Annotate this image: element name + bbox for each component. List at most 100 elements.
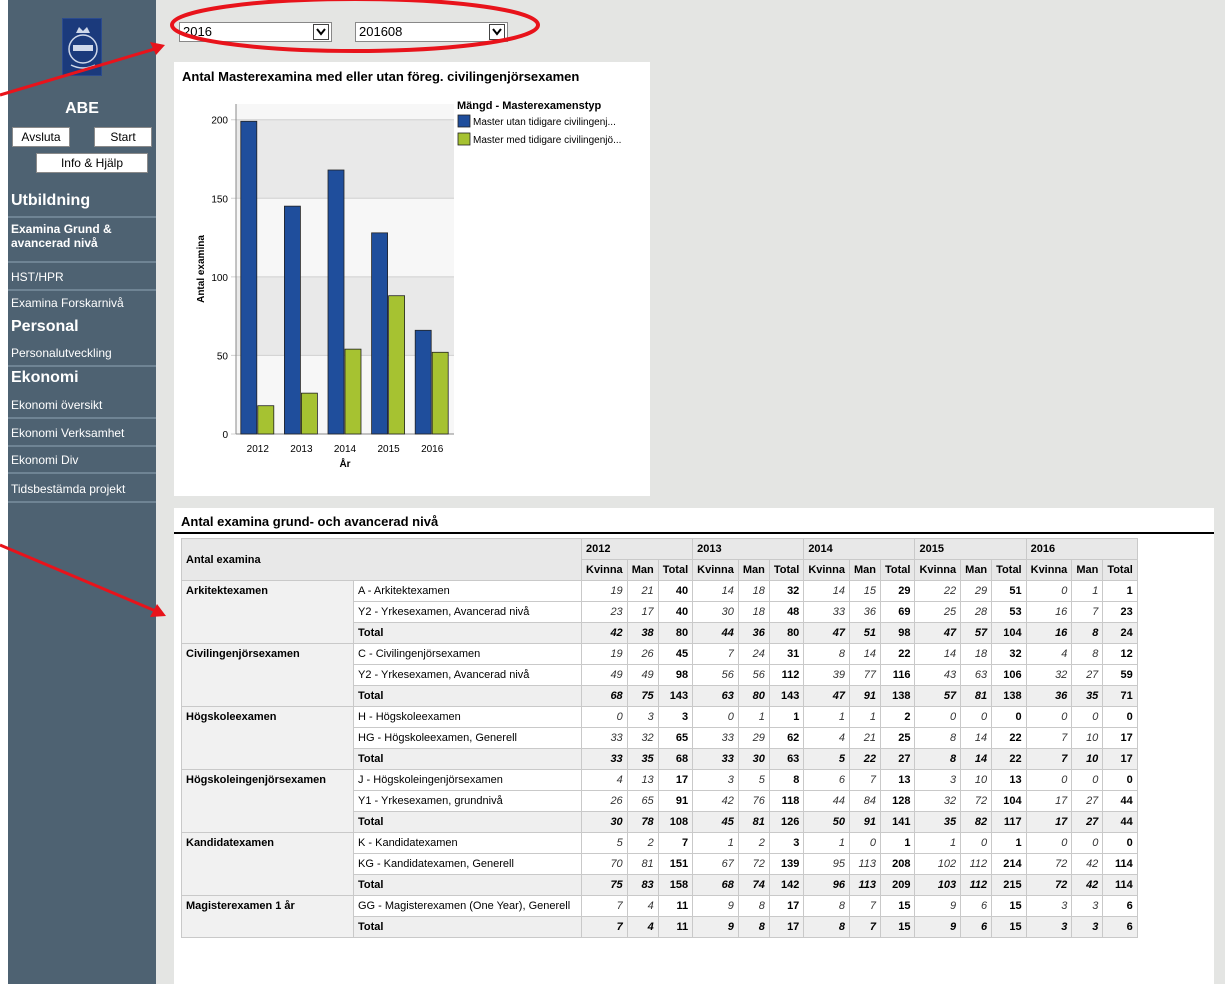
cell-total: 0 [1102,832,1138,854]
cell-kvinna: 0 [581,706,628,728]
grid-band [236,119,454,199]
cell-man: 91 [849,685,881,707]
total-row-label: Total [353,916,582,938]
cell-total: 63 [768,748,805,770]
cell-man: 6 [960,895,993,917]
table-row: Magisterexamen 1 år GG - Magisterexamen (… [181,895,1138,938]
cell-kvinna: 9 [692,916,739,938]
row-label: A - Arkitektexamen [353,580,582,602]
cell-kvinna: 44 [803,790,850,812]
cell-total: 17 [1102,748,1138,770]
cell-total: 208 [879,853,916,875]
nav-ekonomi-div[interactable]: Ekonomi Div [8,453,156,467]
cell-man: 0 [1071,706,1104,728]
year-header: 2015 [914,538,1027,560]
row-label: GG - Magisterexamen (One Year), Generell [353,895,582,917]
bar [344,348,362,435]
cell-man: 32 [626,727,659,749]
cell-total: 6 [1102,895,1138,917]
bar [327,169,345,435]
table-corner-header: Antal examina [181,538,582,581]
cell-man: 7 [849,895,881,917]
year-select-value: 2016 [183,24,212,39]
total-row-label: Total [353,622,582,644]
cell-kvinna: 3 [1025,895,1073,917]
cell-total: 17 [768,916,805,938]
row-label: Y2 - Yrkesexamen, Avancerad nivå [353,664,582,686]
cell-total: 80 [768,622,805,644]
chevron-down-icon[interactable] [489,24,505,40]
cell-total: 17 [768,895,805,917]
cell-kvinna: 44 [692,622,739,644]
cell-total: 98 [879,622,916,644]
cell-kvinna: 4 [1025,643,1073,665]
cell-kvinna: 14 [803,580,850,602]
cell-kvinna: 1 [914,832,962,854]
cell-man: 72 [960,790,993,812]
cell-kvinna: 8 [914,748,962,770]
org-name: ABE [65,100,99,117]
cell-total: 12 [1102,643,1138,665]
cell-kvinna: 3 [1025,916,1073,938]
nav-hst-hpr[interactable]: HST/HPR [8,270,156,284]
cell-kvinna: 7 [581,916,628,938]
nav-ekonomi-oversikt[interactable]: Ekonomi översikt [8,398,156,412]
y-axis-label: Antal examina [196,235,207,303]
nav-tidsbestamda-projekt[interactable]: Tidsbestämda projekt [8,482,156,496]
cell-total: 108 [657,811,694,833]
period-select[interactable]: 201608 [355,22,508,42]
nav-personalutveckling[interactable]: Personalutveckling [8,346,156,360]
cell-total: 44 [1102,811,1138,833]
section-personal: Personal [11,318,79,335]
x-axis-label: År [339,457,350,470]
help-button[interactable]: Info & Hjälp [36,153,148,173]
start-button[interactable]: Start [94,127,152,147]
chevron-down-icon[interactable] [313,24,329,40]
divider [8,472,156,474]
cell-kvinna: 0 [1025,769,1073,791]
quit-button[interactable]: Avsluta [12,127,70,147]
legend-item-label: Master med tidigare civilingenjö... [473,135,621,146]
gender-header: Kvinna [1025,559,1073,581]
cell-total: 62 [768,727,805,749]
exam-table: Antal examina 2012 2013 2014 2015 2016 Kvinna M… [181,538,1138,938]
bar [371,232,389,435]
year-select[interactable]: 2016 [179,22,332,42]
cell-kvinna: 0 [1025,832,1073,854]
cell-total: 112 [768,664,805,686]
cell-man: 82 [960,811,993,833]
cell-total: 209 [879,874,916,896]
cell-kvinna: 3 [692,769,739,791]
gender-header: Total [657,559,694,581]
gender-header: Total [879,559,916,581]
table-title: Antal examina grund- och avancerad nivå [181,514,439,529]
cell-man: 7 [849,769,881,791]
cell-kvinna: 14 [692,580,739,602]
cell-man: 18 [960,643,993,665]
group-label: Kandidatexamen [181,832,354,896]
header-row: Antal examina 2012 2013 2014 2015 2016 [181,538,1138,581]
cell-total: 8 [768,769,805,791]
cell-total: 139 [768,853,805,875]
cell-total: 22 [879,643,916,665]
cell-man: 35 [626,748,659,770]
cell-kvinna: 33 [692,748,739,770]
cell-man: 75 [626,685,659,707]
nav-ekonomi-verksamhet[interactable]: Ekonomi Verksamhet [8,426,156,440]
cell-total: 13 [991,769,1027,791]
nav-examina-forskarniva[interactable]: Examina Forskarnivå [8,296,156,310]
table-row: Högskoleingenjörsexamen J - Högskoleingen… [181,769,1138,833]
cell-kvinna: 30 [692,601,739,623]
cell-kvinna: 17 [1025,811,1073,833]
cell-man: 18 [737,601,770,623]
cell-kvinna: 25 [914,601,962,623]
nav-examina-grund[interactable]: Examina Grund & avancerad nivå [8,222,156,250]
cell-kvinna: 0 [1025,580,1073,602]
cell-kvinna: 1 [692,832,739,854]
cell-total: 29 [879,580,916,602]
cell-total: 23 [1102,601,1138,623]
cell-total: 0 [991,706,1027,728]
y-tick-label: 150 [211,194,228,205]
cell-total: 17 [657,769,694,791]
cell-man: 72 [737,853,770,875]
